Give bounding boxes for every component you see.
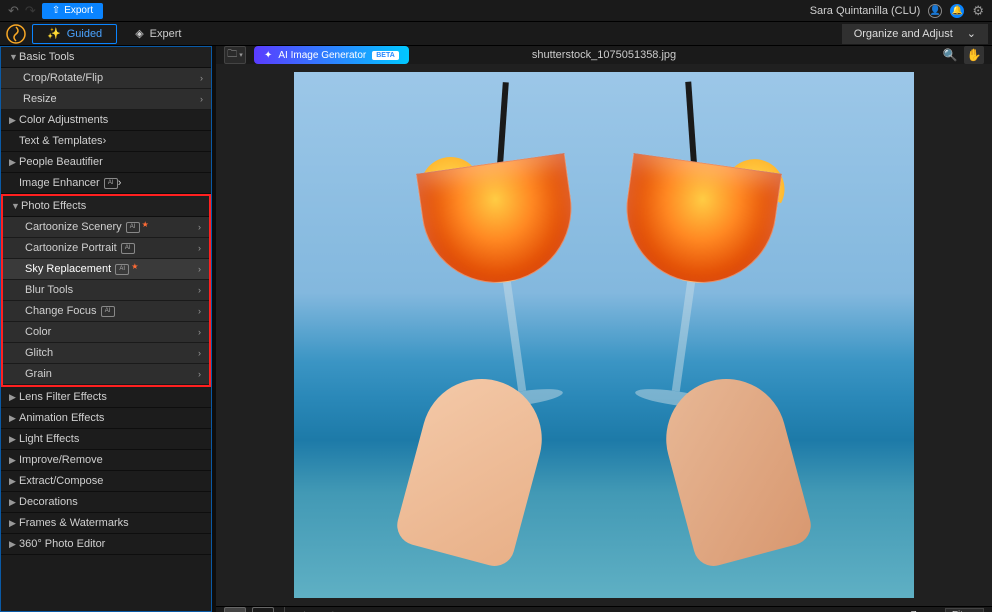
caret-down-icon: ▼ [11, 201, 21, 211]
caret-right-icon: ▶ [9, 434, 19, 445]
sub-glitch[interactable]: Glitch› [3, 343, 209, 364]
export-label: Export [64, 5, 93, 16]
chevron-right-icon: › [198, 306, 201, 316]
caret-right-icon: ▶ [9, 413, 19, 424]
guided-label: Guided [67, 28, 102, 40]
caret-down-icon: ▼ [9, 52, 19, 62]
sub-cartoonize-scenery[interactable]: Cartoonize SceneryAI★› [3, 217, 209, 238]
mode-guided[interactable]: ✨ Guided [32, 24, 117, 44]
upload-icon: ⇧ [52, 5, 60, 16]
content-area: 🗀▾ ✦ AI Image Generator BETA shutterstoc… [216, 46, 992, 612]
organize-label: Organize and Adjust [854, 28, 953, 40]
wand-icon: ✨ [47, 27, 61, 40]
export-button[interactable]: ⇧ Export [42, 3, 103, 19]
user-icon[interactable]: 👤 [928, 4, 942, 18]
top-toolbar: 🗀▾ ✦ AI Image Generator BETA shutterstoc… [216, 46, 992, 64]
sub-focus[interactable]: Change FocusAI› [3, 301, 209, 322]
caret-right-icon: ▶ [9, 157, 19, 168]
cat-enhancer[interactable]: ▶Image EnhancerAI› [1, 173, 211, 194]
caret-right-icon: ▶ [9, 539, 19, 550]
expert-label: Expert [150, 28, 182, 40]
zoom-select[interactable]: Fit ▾ [945, 608, 984, 612]
caret-right-icon: ▶ [9, 476, 19, 487]
cat-animation[interactable]: ▶Animation Effects [1, 408, 211, 429]
zoom-icon[interactable]: 🔍 [940, 46, 960, 64]
ai-badge-icon: AI [115, 264, 129, 275]
canvas[interactable] [216, 64, 992, 606]
sidebar: ▼Basic Tools Crop/Rotate/Flip› Resize› ▶… [0, 46, 212, 612]
sub-resize[interactable]: Resize› [1, 89, 211, 110]
bottom-toolbar: ▭ ◫ ⇆ ✎ Zoom: Fit ▾ [216, 606, 992, 612]
chevron-right-icon: › [198, 285, 201, 295]
caret-right-icon: ▶ [9, 497, 19, 508]
pan-icon[interactable]: ✋ [964, 46, 984, 64]
cat-color-adj[interactable]: ▶Color Adjustments [1, 110, 211, 131]
beta-badge: BETA [372, 51, 399, 60]
cat-decorations[interactable]: ▶Decorations [1, 492, 211, 513]
chevron-right-icon: › [198, 264, 201, 274]
cat-lens[interactable]: ▶Lens Filter Effects [1, 387, 211, 408]
sub-color[interactable]: Color› [3, 322, 209, 343]
settings-icon[interactable]: ⚙ [972, 3, 984, 19]
chevron-right-icon: › [200, 73, 203, 83]
titlebar: ↶ ↷ ⇧ Export Sara Quintanilla (CLU) 👤 🔔 … [0, 0, 992, 22]
filename-label: shutterstock_1075051358.jpg [532, 49, 676, 61]
modebar: ✨ Guided ◈ Expert Organize and Adjust ⌄ [0, 22, 992, 46]
new-star-icon: ★ [131, 262, 138, 271]
new-star-icon: ★ [142, 220, 149, 229]
preview-image [294, 72, 914, 598]
chevron-down-icon: ⌄ [967, 27, 976, 40]
ai-badge-icon: AI [126, 222, 140, 233]
ai-gen-label: AI Image Generator [278, 50, 366, 61]
cat-light[interactable]: ▶Light Effects [1, 429, 211, 450]
user-name: Sara Quintanilla (CLU) [810, 5, 921, 17]
app-logo[interactable] [4, 22, 28, 46]
ai-generator-button[interactable]: ✦ AI Image Generator BETA [254, 46, 409, 64]
caret-right-icon: ▶ [9, 455, 19, 466]
redo-icon[interactable]: ↷ [25, 3, 36, 19]
cat-text[interactable]: ▶Text & Templates› [1, 131, 211, 152]
cat-basic-tools[interactable]: ▼Basic Tools [1, 47, 211, 68]
eyedropper-icon[interactable]: ✎ [323, 607, 345, 612]
cat-frames[interactable]: ▶Frames & Watermarks [1, 513, 211, 534]
view-single-icon[interactable]: ▭ [224, 607, 246, 612]
sub-cartoonize-portrait[interactable]: Cartoonize PortraitAI› [3, 238, 209, 259]
mode-expert[interactable]: ◈ Expert [121, 24, 195, 44]
chevron-right-icon: › [200, 94, 203, 104]
layers-icon: ◈ [135, 27, 143, 40]
dropdown-caret-icon: ▾ [239, 51, 243, 59]
sub-crop[interactable]: Crop/Rotate/Flip› [1, 68, 211, 89]
undo-icon[interactable]: ↶ [8, 3, 19, 19]
sub-blur[interactable]: Blur Tools› [3, 280, 209, 301]
cat-photo-effects[interactable]: ▼Photo Effects [3, 196, 209, 217]
folder-button[interactable]: 🗀▾ [224, 46, 246, 64]
chevron-right-icon: › [103, 135, 107, 147]
ai-badge-icon: AI [121, 243, 135, 254]
cat-improve[interactable]: ▶Improve/Remove [1, 450, 211, 471]
sub-grain[interactable]: Grain› [3, 364, 209, 385]
chevron-right-icon: › [198, 327, 201, 337]
view-compare-icon[interactable]: ◫ [252, 607, 274, 612]
notification-icon[interactable]: 🔔 [950, 4, 964, 18]
ai-badge-icon: AI [101, 306, 115, 317]
chevron-right-icon: › [198, 369, 201, 379]
folder-icon: 🗀 [227, 47, 237, 64]
chevron-right-icon: › [198, 222, 201, 232]
cat-extract[interactable]: ▶Extract/Compose [1, 471, 211, 492]
caret-right-icon: ▶ [9, 392, 19, 403]
caret-right-icon: ▶ [9, 115, 19, 126]
ai-badge-icon: AI [104, 178, 118, 189]
separator [284, 607, 285, 612]
chevron-right-icon: › [198, 348, 201, 358]
compare-toggle-icon[interactable]: ⇆ [295, 607, 317, 612]
photo-effects-highlight: ▼Photo Effects Cartoonize SceneryAI★› Ca… [1, 194, 211, 387]
organize-button[interactable]: Organize and Adjust ⌄ [842, 24, 988, 44]
cat-people[interactable]: ▶People Beautifier [1, 152, 211, 173]
cat-360[interactable]: ▶360° Photo Editor [1, 534, 211, 555]
chevron-right-icon: › [118, 177, 122, 189]
caret-right-icon: ▶ [9, 518, 19, 529]
chevron-right-icon: › [198, 243, 201, 253]
sparkle-icon: ✦ [264, 50, 272, 61]
sub-sky-replacement[interactable]: Sky ReplacementAI★› [3, 259, 209, 280]
